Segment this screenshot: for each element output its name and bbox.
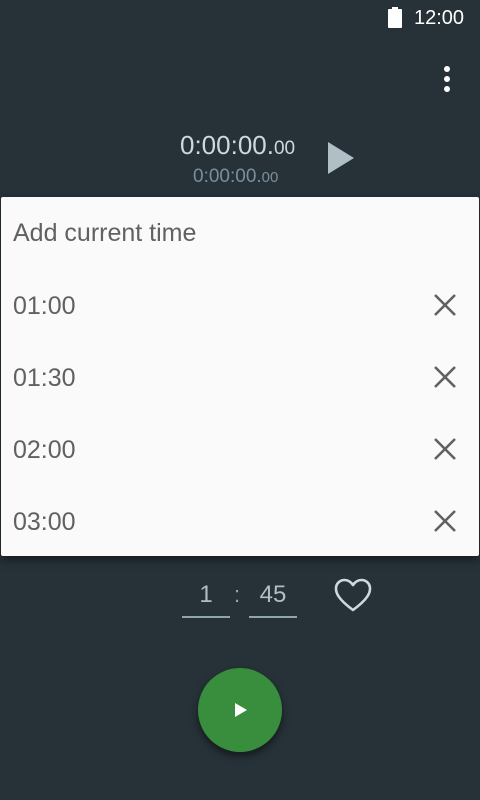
close-icon[interactable]	[429, 361, 461, 393]
menu-item-label: 01:00	[13, 292, 76, 320]
menu-item-time[interactable]: 01:30	[1, 341, 479, 413]
main-timer-display: 0:00:00.00	[180, 130, 295, 164]
main-time-fraction: 00	[273, 138, 296, 159]
sub-time-fraction: 00	[261, 169, 279, 186]
add-time-menu: Add current time 01:00 01:30 02:00 03:00	[1, 197, 479, 556]
main-time-value: 0:00:00.	[180, 130, 274, 160]
minutes-input[interactable]: 1	[182, 578, 230, 618]
sub-timer-display: 0:00:00.00	[193, 166, 278, 189]
close-icon[interactable]	[429, 289, 461, 321]
menu-item-label: 03:00	[13, 508, 76, 536]
play-icon[interactable]	[326, 140, 356, 176]
close-icon[interactable]	[429, 505, 461, 537]
seconds-input[interactable]: 45	[249, 578, 297, 618]
menu-item-time[interactable]: 02:00	[1, 413, 479, 485]
start-button[interactable]	[198, 668, 282, 752]
menu-item-label: Add current time	[13, 219, 197, 247]
menu-item-label: 01:30	[13, 364, 76, 392]
sub-time-value: 0:00:00.	[193, 166, 262, 187]
time-separator: :	[234, 582, 241, 607]
overflow-menu-icon[interactable]	[432, 62, 462, 96]
heart-icon[interactable]	[334, 578, 372, 614]
menu-item-time[interactable]: 03:00	[1, 485, 479, 557]
menu-item-label: 02:00	[13, 436, 76, 464]
status-bar: 12:00	[0, 0, 480, 36]
play-icon	[235, 703, 247, 717]
menu-item-add-current-time[interactable]: Add current time	[1, 197, 479, 269]
close-icon[interactable]	[429, 433, 461, 465]
battery-icon	[388, 7, 402, 28]
status-time: 12:00	[414, 7, 465, 29]
menu-item-time[interactable]: 01:00	[1, 269, 479, 341]
